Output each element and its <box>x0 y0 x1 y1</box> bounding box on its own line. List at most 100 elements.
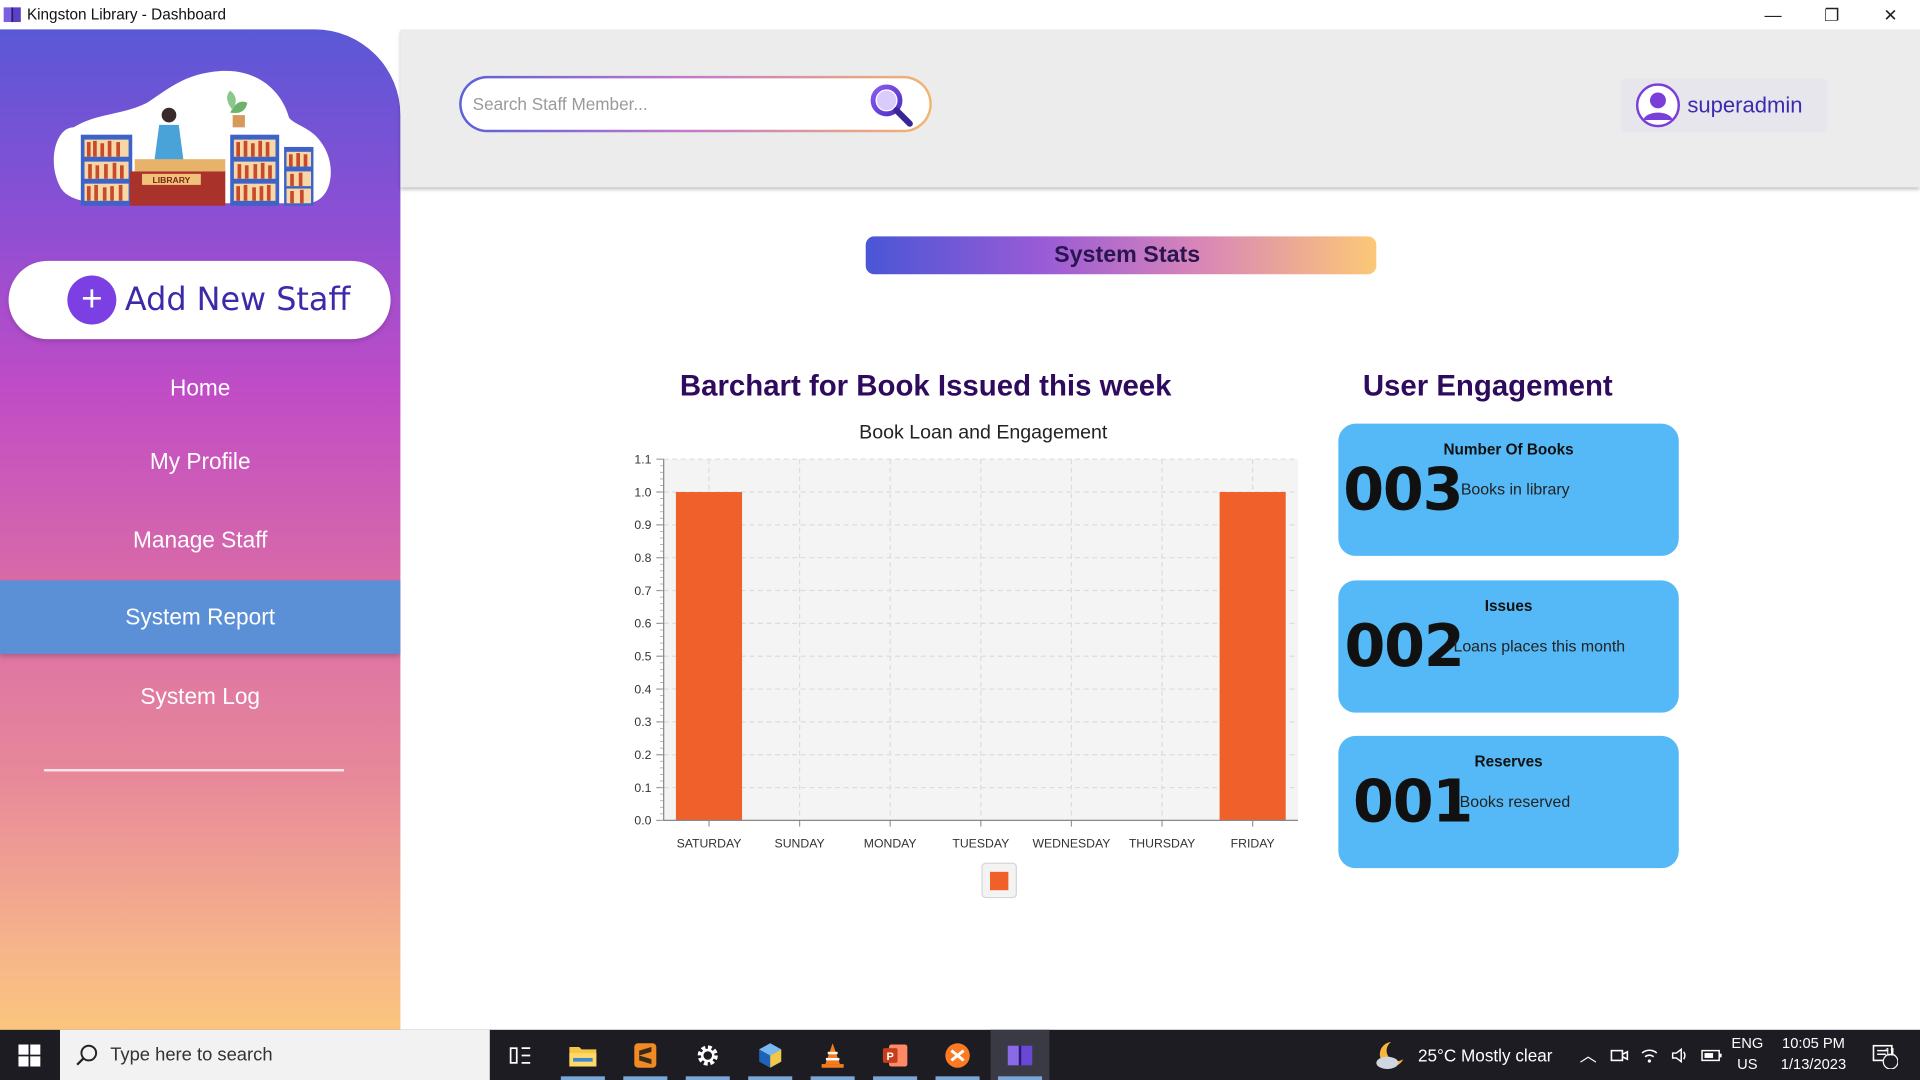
y-tick-label: 0.4 <box>634 682 651 696</box>
system-tray-icons: ︿ <box>1580 1030 1723 1080</box>
chart-title: Book Loan and Engagement <box>859 421 1108 443</box>
stat-card-books: Number Of Books 003 Books in library <box>1338 423 1679 556</box>
legend-swatch <box>990 871 1009 891</box>
clock[interactable]: 10:05 PM 1/13/2023 <box>1771 1033 1857 1075</box>
task-view-icon <box>509 1046 531 1064</box>
notification-center-button[interactable]: 11 <box>1866 1030 1903 1080</box>
stat-card-desc: Loans places this month <box>1453 636 1626 656</box>
stat-card-issues: Issues 002 Loans places this month <box>1338 580 1679 713</box>
traffic-cone-icon <box>821 1042 844 1068</box>
y-tick-label: 0.3 <box>634 715 651 729</box>
gear-icon <box>697 1044 718 1066</box>
task-view-button[interactable] <box>493 1030 547 1080</box>
y-tick-label: 0.6 <box>634 617 651 631</box>
file-explorer-button[interactable] <box>556 1030 610 1080</box>
stat-card-desc: Books reserved <box>1459 792 1571 811</box>
vlc-button[interactable] <box>806 1030 860 1080</box>
book-icon <box>1007 1045 1033 1065</box>
plus-icon: + <box>67 275 117 325</box>
meet-camera-icon[interactable] <box>1609 1045 1629 1065</box>
search-box <box>459 75 932 133</box>
powerpoint-button[interactable]: P <box>868 1030 922 1080</box>
sidebar-divider <box>44 768 345 772</box>
y-tick-label: 0.7 <box>634 584 651 598</box>
sidebar: LIBRARY + Add New Staff Home My Profile … <box>0 29 401 1030</box>
notification-count: 11 <box>1884 1045 1896 1058</box>
language-indicator[interactable]: ENG US <box>1727 1033 1769 1075</box>
chart-heading: Barchart for Book Issued this week <box>679 369 1172 403</box>
sublime-icon <box>634 1042 657 1068</box>
powerpoint-icon: P <box>882 1043 908 1066</box>
settings-button[interactable] <box>681 1030 735 1080</box>
header-bar: superadmin <box>400 29 1920 188</box>
y-tick-label: 0.5 <box>634 650 651 664</box>
clock-date: 1/13/2023 <box>1780 1055 1847 1073</box>
taskbar: Type here to search P 25°C Mostly clear … <box>0 1029 1920 1080</box>
sidebar-item-system-log[interactable]: System Log <box>0 683 400 710</box>
x-tick-label: SUNDAY <box>775 836 825 850</box>
weather-text: 25°C Mostly clear <box>1417 1045 1553 1065</box>
bar-chart: Book Loan and Engagement 0.0 0.1 0.2 0.3 0.4 0… <box>634 421 1298 899</box>
moon-cloud-icon <box>1376 1041 1404 1069</box>
minimize-button[interactable]: — <box>1744 0 1803 29</box>
engagement-heading: User Engagement <box>1362 369 1613 403</box>
library-app-button[interactable] <box>990 1029 1050 1080</box>
book-app-icon <box>3 7 21 23</box>
bar <box>1219 492 1286 821</box>
y-tick-label: 0.2 <box>634 748 651 762</box>
svg-text:P: P <box>887 1050 894 1062</box>
user-avatar-icon <box>1635 83 1681 128</box>
clock-time: 10:05 PM <box>1782 1034 1845 1052</box>
taskbar-search[interactable]: Type here to search <box>60 1029 490 1080</box>
wifi-icon[interactable] <box>1640 1045 1660 1065</box>
cube-icon <box>759 1042 782 1068</box>
system-stats-banner: System Stats <box>865 236 1377 275</box>
stat-card-number: 003 <box>1343 455 1463 525</box>
x-tick-label: WEDNESDAY <box>1032 836 1110 850</box>
x-tick-label: SATURDAY <box>677 836 742 850</box>
sidebar-item-manage-staff[interactable]: Manage Staff <box>0 527 400 554</box>
library-logo: LIBRARY <box>49 66 333 207</box>
add-staff-label: Add New Staff <box>124 281 351 319</box>
username-label: superadmin <box>1687 92 1803 117</box>
sidebar-item-home[interactable]: Home <box>0 375 400 402</box>
folder-icon <box>569 1046 597 1066</box>
x-tick-label: THURSDAY <box>1129 836 1195 850</box>
taskbar-search-text: Type here to search <box>110 1044 273 1066</box>
y-tick-label: 0.8 <box>634 551 651 565</box>
speaker-icon[interactable] <box>1670 1045 1690 1065</box>
y-tick-label: 0.9 <box>634 518 651 532</box>
x-tick-label: MONDAY <box>864 836 917 850</box>
start-button[interactable] <box>0 1030 59 1080</box>
search-icon <box>76 1044 98 1065</box>
close-button[interactable]: ✕ <box>1861 0 1920 29</box>
stat-card-desc: Books in library <box>1460 480 1570 499</box>
y-tick-label: 1.1 <box>634 452 651 466</box>
system-stats-title: System Stats <box>1054 241 1201 268</box>
sublime-text-button[interactable] <box>618 1030 672 1080</box>
x-tick-label: FRIDAY <box>1231 836 1275 850</box>
window-title: Kingston Library - Dashboard <box>26 6 227 24</box>
xampp-button[interactable] <box>931 1030 985 1080</box>
x-tick-label: TUESDAY <box>952 836 1009 850</box>
sidebar-item-my-profile[interactable]: My Profile <box>0 448 400 475</box>
y-tick-label: 0.1 <box>634 781 651 795</box>
weather-widget[interactable]: 25°C Mostly clear <box>1374 1030 1553 1080</box>
search-input[interactable] <box>472 94 841 114</box>
windows-icon <box>18 1043 41 1066</box>
stat-card-number: 001 <box>1353 767 1473 837</box>
bar <box>675 492 743 821</box>
chevron-up-icon[interactable]: ︿ <box>1580 1043 1597 1067</box>
stat-card-reserves: Reserves 001 Books reserved <box>1338 735 1679 869</box>
keyboard-region: US <box>1737 1055 1758 1073</box>
title-bar: Kingston Library - Dashboard — ❐ ✕ <box>0 0 1920 30</box>
search-icon[interactable] <box>868 82 915 129</box>
virtualbox-button[interactable] <box>743 1030 797 1080</box>
maximize-button[interactable]: ❐ <box>1802 0 1861 29</box>
sidebar-item-system-report[interactable]: System Report <box>0 580 401 654</box>
y-tick-label: 0.0 <box>634 814 651 828</box>
battery-icon[interactable] <box>1701 1045 1723 1065</box>
user-profile-chip[interactable]: superadmin <box>1621 78 1827 133</box>
add-new-staff-button[interactable]: + Add New Staff <box>8 260 391 340</box>
stat-card-number: 002 <box>1344 612 1464 681</box>
